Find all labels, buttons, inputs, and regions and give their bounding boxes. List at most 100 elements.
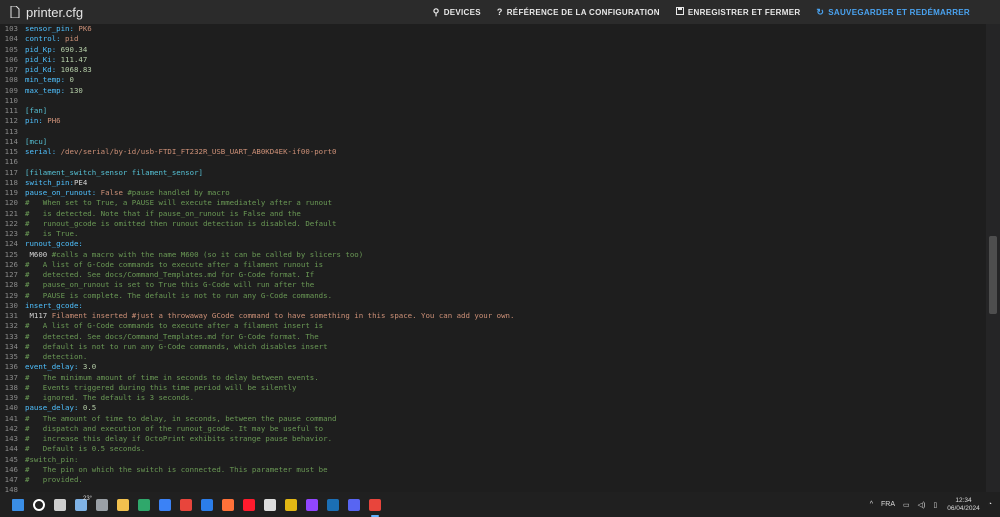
code-line[interactable]: 122 # runout_gcode is omitted then runout…	[0, 219, 986, 229]
code-line[interactable]: 118 switch_pin:PE4	[0, 178, 986, 188]
steam-icon[interactable]	[324, 496, 342, 514]
code-line[interactable]: 108 min_temp: 0	[0, 75, 986, 85]
code-line[interactable]: 113	[0, 127, 986, 137]
line-number: 138	[4, 382, 18, 392]
code-line[interactable]: 121 # is detected. Note that if pause_on_…	[0, 209, 986, 219]
scrollbar-thumb[interactable]	[989, 236, 997, 314]
code-token: 130	[69, 85, 83, 95]
code-line[interactable]: 142 # dispatch and execution of the runou…	[0, 424, 986, 434]
code-token: # detected. See docs/Command_Templates.m…	[25, 270, 315, 279]
code-line[interactable]: 112 pin: PH6	[0, 116, 986, 126]
code-line[interactable]: 144 # Default is 0.5 seconds.	[0, 444, 986, 454]
code-line[interactable]: 125 M600 #calls a macro with the name M6…	[0, 250, 986, 260]
code-line[interactable]: 106 pid_Ki: 111.47	[0, 55, 986, 65]
media-player-icon[interactable]	[261, 496, 279, 514]
chrome-icon[interactable]	[177, 496, 195, 514]
code-line[interactable]: 116	[0, 157, 986, 167]
task-view-icon[interactable]	[51, 496, 69, 514]
code-line[interactable]: 137 # The minimum amount of time in secon…	[0, 373, 986, 383]
line-code: sensor_pin: PK6	[25, 24, 92, 34]
line-code: [filament_switch_sensor filament_sensor]	[25, 168, 203, 178]
chrome-active-icon[interactable]	[366, 496, 384, 517]
file-explorer-icon[interactable]	[114, 496, 132, 514]
save-restart-button[interactable]: ↻ SAUVEGARDER ET REDÉMARRER	[816, 7, 970, 18]
photos-app-icon[interactable]	[282, 496, 300, 514]
code-line[interactable]: 131 M117 Filament inserted #just a throw…	[0, 311, 986, 321]
camera-app-icon[interactable]	[93, 496, 111, 514]
code-line[interactable]: 119 pause_on_runout: False #pause handled…	[0, 188, 986, 198]
weather-widget-icon[interactable]: 23°	[72, 496, 92, 514]
save-close-button[interactable]: ENREGISTRER ET FERMER	[675, 7, 801, 17]
line-code: # is detected. Note that if pause_on_run…	[25, 209, 301, 219]
code-line[interactable]: 132 # A list of G-Code commands to execut…	[0, 321, 986, 331]
opera-icon[interactable]	[240, 496, 258, 514]
code-line[interactable]: 126 # A list of G-Code commands to execut…	[0, 260, 986, 270]
network-icon[interactable]: ▭	[903, 501, 910, 509]
editor-scrollbar[interactable]	[986, 24, 1000, 492]
edge-browser-icon[interactable]	[135, 496, 153, 514]
code-token: max_temp:	[25, 85, 70, 95]
code-line[interactable]: 129 # PAUSE is complete. The default is n…	[0, 291, 986, 301]
code-line[interactable]: 123 # is True.	[0, 229, 986, 239]
code-editor[interactable]: 103 sensor_pin: PK6 104 control: pid 105 pid_…	[0, 24, 986, 492]
chevron-up-icon[interactable]: ^	[870, 501, 873, 508]
notification-icon[interactable]: ◔	[988, 501, 992, 508]
code-token: insert_gcode:	[25, 300, 83, 310]
code-line[interactable]: 128 # pause_on_runout is set to True this…	[0, 280, 986, 290]
language-indicator[interactable]: FRA	[881, 501, 895, 508]
code-line[interactable]: 103 sensor_pin: PK6	[0, 24, 986, 34]
code-line[interactable]: 138 # Events triggered during this time p…	[0, 383, 986, 393]
line-code: pause_delay: 0.5	[25, 403, 96, 413]
code-line[interactable]: 136 event_delay: 3.0	[0, 362, 986, 372]
code-line[interactable]: 115 serial: /dev/serial/by-id/usb-FTDI_FT…	[0, 147, 986, 157]
store-icon[interactable]	[156, 496, 174, 514]
line-code: # is True.	[25, 229, 78, 239]
code-token: 1068.83	[60, 65, 92, 74]
code-line[interactable]: 111 [fan]	[0, 106, 986, 116]
code-line[interactable]: 109 max_temp: 130	[0, 86, 986, 96]
code-line[interactable]: 120 # When set to True, a PAUSE will exec…	[0, 198, 986, 208]
code-line[interactable]: 145 #switch_pin:	[0, 455, 986, 465]
code-line[interactable]: 107 pid_Kd: 1068.83	[0, 65, 986, 75]
code-token: switch_pin:	[25, 177, 74, 187]
search-icon[interactable]	[30, 496, 48, 514]
battery-icon[interactable]: ▯	[933, 501, 937, 509]
devices-button[interactable]: ⚲ DEVICES	[433, 7, 481, 18]
taskbar: 23° ^ FRA ▭ ◁) ▯ 12:34 06/04/2024 ◔	[0, 492, 1000, 517]
discord-icon[interactable]	[345, 496, 363, 514]
code-line[interactable]: 124 runout_gcode:	[0, 239, 986, 249]
line-code: # PAUSE is complete. The default is not …	[25, 291, 332, 301]
twitch-icon[interactable]	[303, 496, 321, 514]
app-blue-icon[interactable]	[198, 496, 216, 514]
code-line[interactable]: 146 # The pin on which the switch is conn…	[0, 465, 986, 475]
volume-icon[interactable]: ◁)	[918, 501, 926, 509]
code-line[interactable]: 140 pause_delay: 0.5	[0, 403, 986, 413]
code-line[interactable]: 133 # detected. See docs/Command_Template…	[0, 332, 986, 342]
code-line[interactable]: 134 # default is not to run any G-Code co…	[0, 342, 986, 352]
clock[interactable]: 12:34 06/04/2024	[947, 497, 980, 513]
code-line[interactable]: 110	[0, 96, 986, 106]
code-line[interactable]: 117 [filament_switch_sensor filament_sens…	[0, 168, 986, 178]
code-token: # default is not to run any G-Code comma…	[25, 341, 328, 351]
line-number: 137	[4, 372, 18, 382]
code-token: # detection.	[25, 352, 88, 361]
code-line[interactable]: 104 control: pid	[0, 34, 986, 44]
code-line[interactable]: 114 [mcu]	[0, 137, 986, 147]
code-line[interactable]: 147 # provided.	[0, 475, 986, 485]
code-line[interactable]: 148	[0, 485, 986, 492]
windows-start-icon[interactable]	[9, 496, 27, 514]
code-line[interactable]: 143 # increase this delay if OctoPrint ex…	[0, 434, 986, 444]
code-token: serial:	[25, 147, 61, 156]
firefox-icon[interactable]	[219, 496, 237, 514]
code-line[interactable]: 105 pid_Kp: 690.34	[0, 45, 986, 55]
line-code: [mcu]	[25, 137, 47, 147]
code-line[interactable]: 141 # The amount of time to delay, in sec…	[0, 414, 986, 424]
config-reference-button[interactable]: ? RÉFÉRENCE DE LA CONFIGURATION	[497, 7, 660, 17]
code-line[interactable]: 127 # detected. See docs/Command_Template…	[0, 270, 986, 280]
code-token: #calls a macro with the name M600 (so it…	[51, 249, 364, 259]
line-code: pin: PH6	[25, 116, 61, 126]
search-glyph	[33, 498, 45, 511]
code-line[interactable]: 135 # detection.	[0, 352, 986, 362]
code-line[interactable]: 130 insert_gcode:	[0, 301, 986, 311]
code-line[interactable]: 139 # ignored. The default is 3 seconds.	[0, 393, 986, 403]
